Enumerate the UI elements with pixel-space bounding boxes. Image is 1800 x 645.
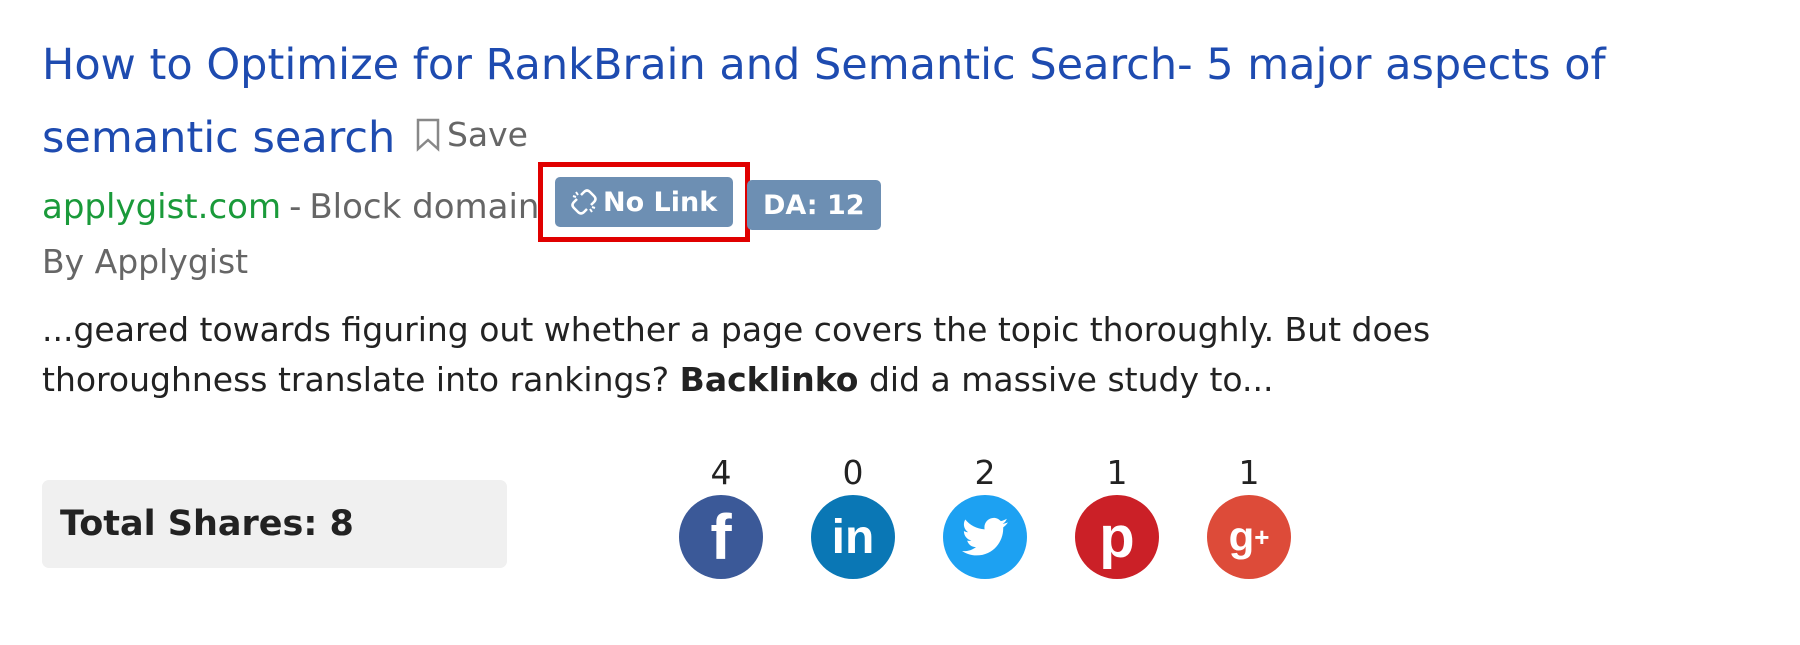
linkedin-share-count: 0: [842, 453, 864, 492]
google-plus-share-count: 1: [1238, 453, 1260, 492]
pinterest-icon[interactable]: p: [1075, 495, 1159, 579]
save-button[interactable]: Save: [415, 100, 528, 170]
result-meta-row: applygist.com - Block domain No Link DA:…: [42, 162, 1782, 242]
broken-link-icon: [571, 189, 597, 215]
result-title-link[interactable]: How to Optimize for RankBrain and Semant…: [42, 40, 1606, 163]
google-plus-icon[interactable]: g +: [1207, 495, 1291, 579]
snippet-text-end: did a massive study to...: [868, 360, 1274, 399]
linkedin-icon[interactable]: in: [811, 495, 895, 579]
snippet-bold-term: Backlinko: [679, 360, 859, 399]
shares-row: Total Shares: 8 4 f 0 in 2 1 p 1 g +: [42, 455, 1782, 595]
result-domain[interactable]: applygist.com: [42, 187, 281, 227]
search-result: How to Optimize for RankBrain and Semant…: [42, 30, 1782, 595]
bookmark-icon: [416, 118, 440, 152]
result-snippet: ...geared towards figuring out whether a…: [42, 305, 1502, 405]
facebook-share: 4 f: [679, 455, 763, 579]
no-link-badge: No Link: [555, 177, 734, 227]
domain-authority-badge: DA: 12: [747, 180, 881, 230]
pinterest-share: 1 p: [1075, 455, 1159, 579]
facebook-share-count: 4: [710, 453, 732, 492]
facebook-icon[interactable]: f: [679, 495, 763, 579]
meta-separator: -: [289, 187, 302, 227]
twitter-share: 2: [943, 455, 1027, 579]
block-domain-link[interactable]: Block domain: [309, 187, 539, 227]
pinterest-share-count: 1: [1106, 453, 1128, 492]
result-author: By Applygist: [42, 242, 249, 281]
linkedin-share: 0 in: [811, 455, 895, 579]
google-plus-share: 1 g +: [1207, 455, 1291, 579]
twitter-icon[interactable]: [943, 495, 1027, 579]
highlight-box: No Link: [538, 162, 751, 242]
twitter-share-count: 2: [974, 453, 996, 492]
total-shares-label: Total Shares: 8: [60, 504, 354, 544]
result-title-row: How to Optimize for RankBrain and Semant…: [42, 30, 1782, 173]
no-link-label: No Link: [603, 186, 718, 218]
total-shares-box: Total Shares: 8: [42, 480, 507, 568]
save-label: Save: [446, 115, 528, 154]
